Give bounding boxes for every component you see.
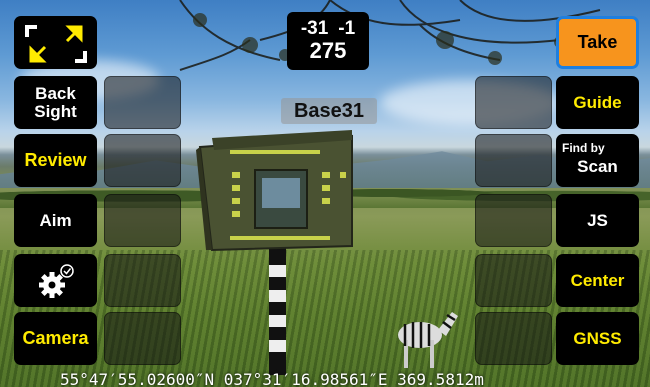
find-by-scan-button[interactable]: Find by Scan (556, 134, 639, 187)
position-coordinates: 55°47′55.02600″N 037°31′16.98561″E 369.5… (60, 370, 484, 387)
guide-label: Guide (573, 92, 622, 112)
empty-slot (104, 134, 181, 187)
backsight-label-line2: Sight (34, 101, 77, 121)
guide-button[interactable]: Guide (556, 76, 639, 129)
target-point-label: Base31 (281, 98, 377, 124)
fullscreen-toggle-icon (24, 24, 87, 63)
settings-gear-check-icon (38, 263, 74, 298)
find-by-label: Find by (562, 140, 605, 155)
tree-line (0, 178, 650, 208)
js-label: JS (587, 210, 608, 230)
gnss-label: GNSS (573, 328, 622, 348)
camera-view: Back Sight Review Aim Camera -31 -1 275 … (0, 0, 650, 387)
empty-slot (104, 76, 181, 129)
empty-slot (475, 134, 552, 187)
backsight-button[interactable]: Back Sight (14, 76, 97, 129)
empty-slot (475, 312, 552, 365)
fullscreen-button[interactable] (14, 16, 97, 69)
backsight-label-line1: Back (35, 83, 76, 103)
readout-value-a: -31 (300, 18, 329, 40)
aim-label: Aim (39, 210, 72, 230)
camera-button[interactable]: Camera (14, 312, 97, 365)
settings-button[interactable] (14, 254, 97, 307)
center-label: Center (570, 270, 625, 290)
scan-label: Scan (577, 157, 618, 177)
js-button[interactable]: JS (556, 194, 639, 247)
camera-label: Camera (22, 328, 89, 349)
empty-slot (475, 254, 552, 307)
aim-button[interactable]: Aim (14, 194, 97, 247)
readout-value-c: 275 (309, 38, 347, 64)
angle-readout: -31 -1 275 (287, 12, 369, 70)
readout-value-b: -1 (338, 18, 356, 40)
gnss-button[interactable]: GNSS (556, 312, 639, 365)
empty-slot (475, 194, 552, 247)
empty-slot (104, 194, 181, 247)
center-button[interactable]: Center (556, 254, 639, 307)
take-label: Take (577, 32, 618, 53)
review-label: Review (24, 150, 87, 171)
review-button[interactable]: Review (14, 134, 97, 187)
take-button[interactable]: Take (556, 16, 639, 69)
empty-slot (104, 312, 181, 365)
grass (0, 250, 650, 387)
empty-slot (475, 76, 552, 129)
empty-slot (104, 254, 181, 307)
